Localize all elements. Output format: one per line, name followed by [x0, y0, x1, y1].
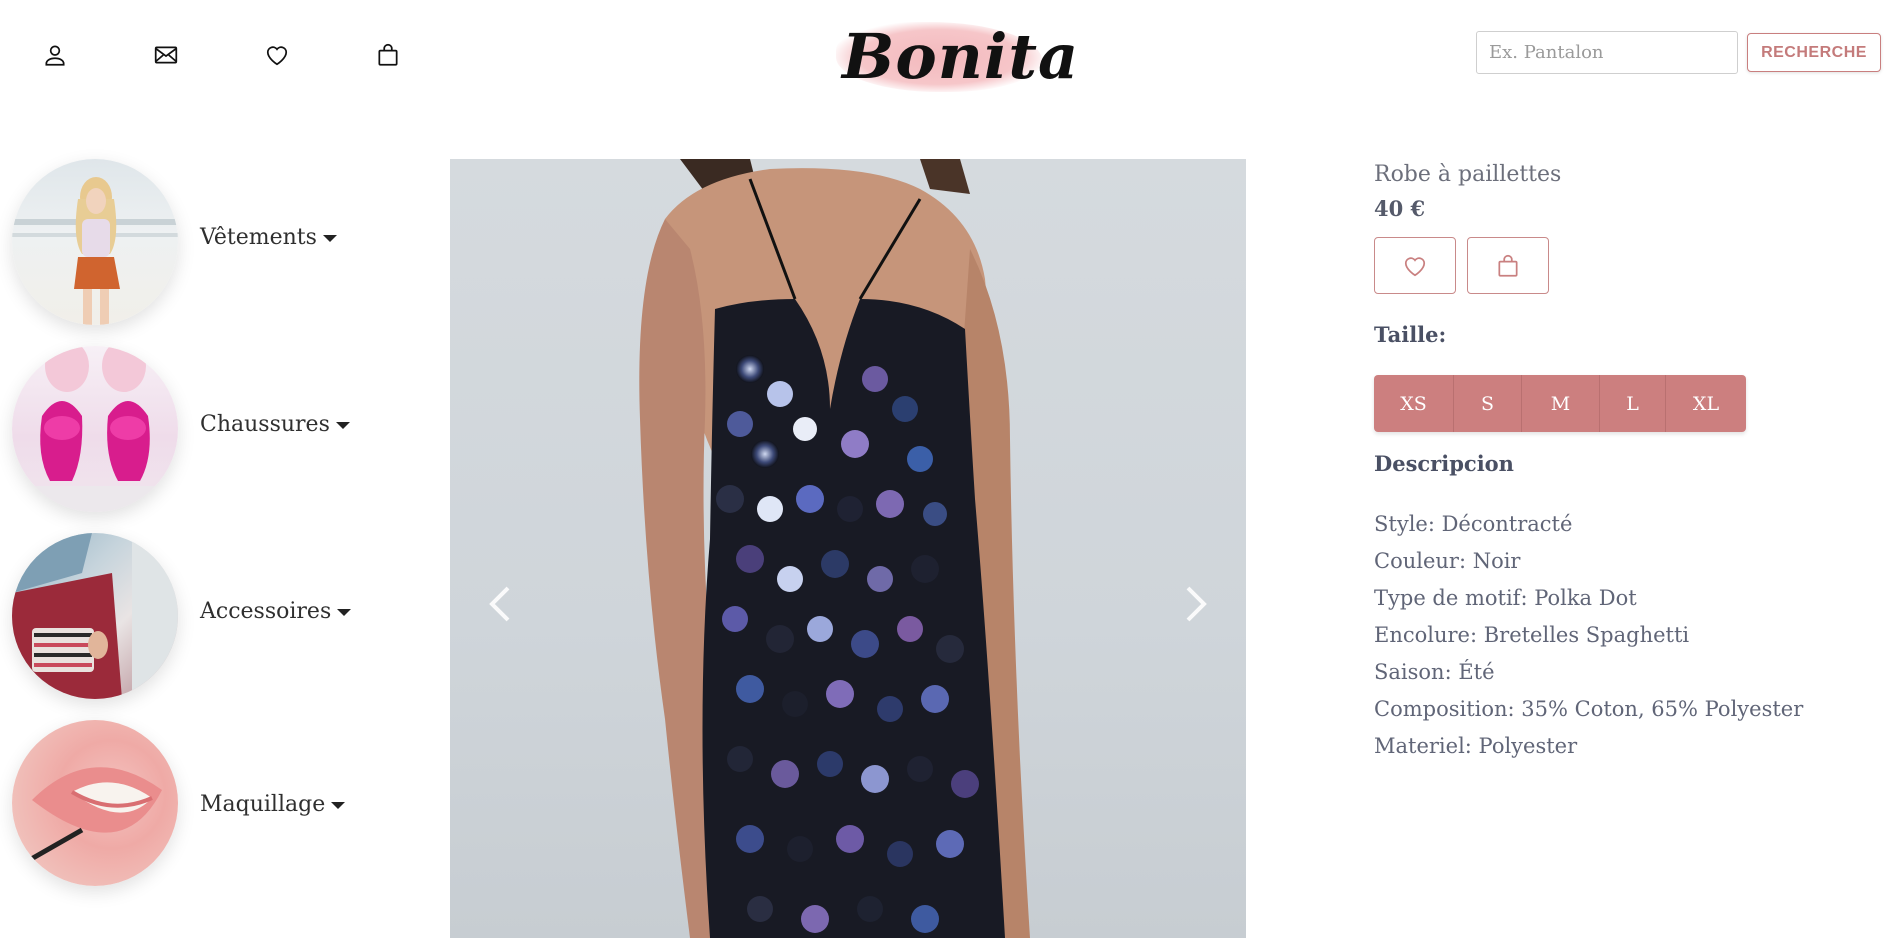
product-price: 40 € [1374, 196, 1426, 221]
shopping-bag-icon[interactable] [371, 38, 405, 72]
description-item: Materiel: Polyester [1374, 734, 1578, 758]
search-input[interactable] [1476, 31, 1738, 74]
category-label-text: Chaussures [200, 412, 330, 437]
user-icon[interactable] [38, 38, 72, 72]
category-vetements[interactable]: Vêtements [12, 159, 342, 325]
size-option-xs[interactable]: XS [1374, 375, 1454, 432]
carousel-prev-icon[interactable] [480, 574, 520, 634]
size-option-s[interactable]: S [1454, 375, 1522, 432]
category-image-accessoires [12, 533, 178, 699]
caret-down-icon [337, 609, 352, 616]
heart-icon [1404, 256, 1426, 276]
caret-down-icon [335, 422, 350, 429]
description-title: Descripcion [1374, 451, 1514, 476]
description-list: Style: Décontracté Couleur: Noir Type de… [1374, 506, 1803, 765]
category-image-vetements [12, 159, 178, 325]
size-option-xl[interactable]: XL [1666, 375, 1746, 432]
search-button[interactable]: RECHERCHE [1747, 33, 1881, 72]
description-item: Type de motif: Polka Dot [1374, 586, 1637, 610]
category-maquillage[interactable]: Maquillage [12, 720, 346, 886]
description-item: Encolure: Bretelles Spaghetti [1374, 623, 1690, 647]
site-header: Bonita RECHERCHE [0, 0, 1900, 110]
category-label-chaussures[interactable]: Chaussures [200, 412, 350, 437]
category-accessoires[interactable]: Accessoires [12, 533, 352, 699]
size-selector: XS S M L XL [1374, 375, 1746, 432]
size-option-m[interactable]: M [1522, 375, 1600, 432]
logo-text: Bonita [842, 20, 1080, 93]
category-chaussures[interactable]: Chaussures [12, 346, 350, 512]
brand-logo[interactable]: Bonita [836, 14, 1080, 94]
caret-down-icon [322, 235, 337, 242]
carousel-next-icon[interactable] [1176, 574, 1216, 634]
category-label-text: Accessoires [200, 599, 332, 624]
category-label-maquillage[interactable]: Maquillage [200, 792, 346, 817]
shopping-bag-icon [1498, 254, 1518, 277]
mail-icon[interactable] [149, 38, 183, 72]
category-label-text: Vêtements [200, 225, 317, 250]
add-to-cart-button[interactable] [1467, 237, 1549, 294]
product-image-carousel[interactable] [450, 159, 1246, 938]
caret-down-icon [331, 802, 346, 809]
description-item: Composition: 35% Coton, 65% Polyester [1374, 697, 1804, 721]
description-item: Couleur: Noir [1374, 549, 1521, 573]
size-label: Taille: [1374, 322, 1447, 347]
description-item: Saison: Été [1374, 660, 1495, 684]
category-label-text: Maquillage [200, 792, 326, 817]
category-label-accessoires[interactable]: Accessoires [200, 599, 352, 624]
size-option-l[interactable]: L [1600, 375, 1666, 432]
category-image-chaussures [12, 346, 178, 512]
description-item: Style: Décontracté [1374, 512, 1573, 536]
product-photo [639, 159, 1030, 938]
category-image-maquillage [12, 720, 178, 886]
add-to-wishlist-button[interactable] [1374, 237, 1456, 294]
category-label-vetements[interactable]: Vêtements [200, 225, 337, 250]
heart-icon[interactable] [260, 38, 294, 72]
product-title: Robe à paillettes [1374, 162, 1562, 187]
